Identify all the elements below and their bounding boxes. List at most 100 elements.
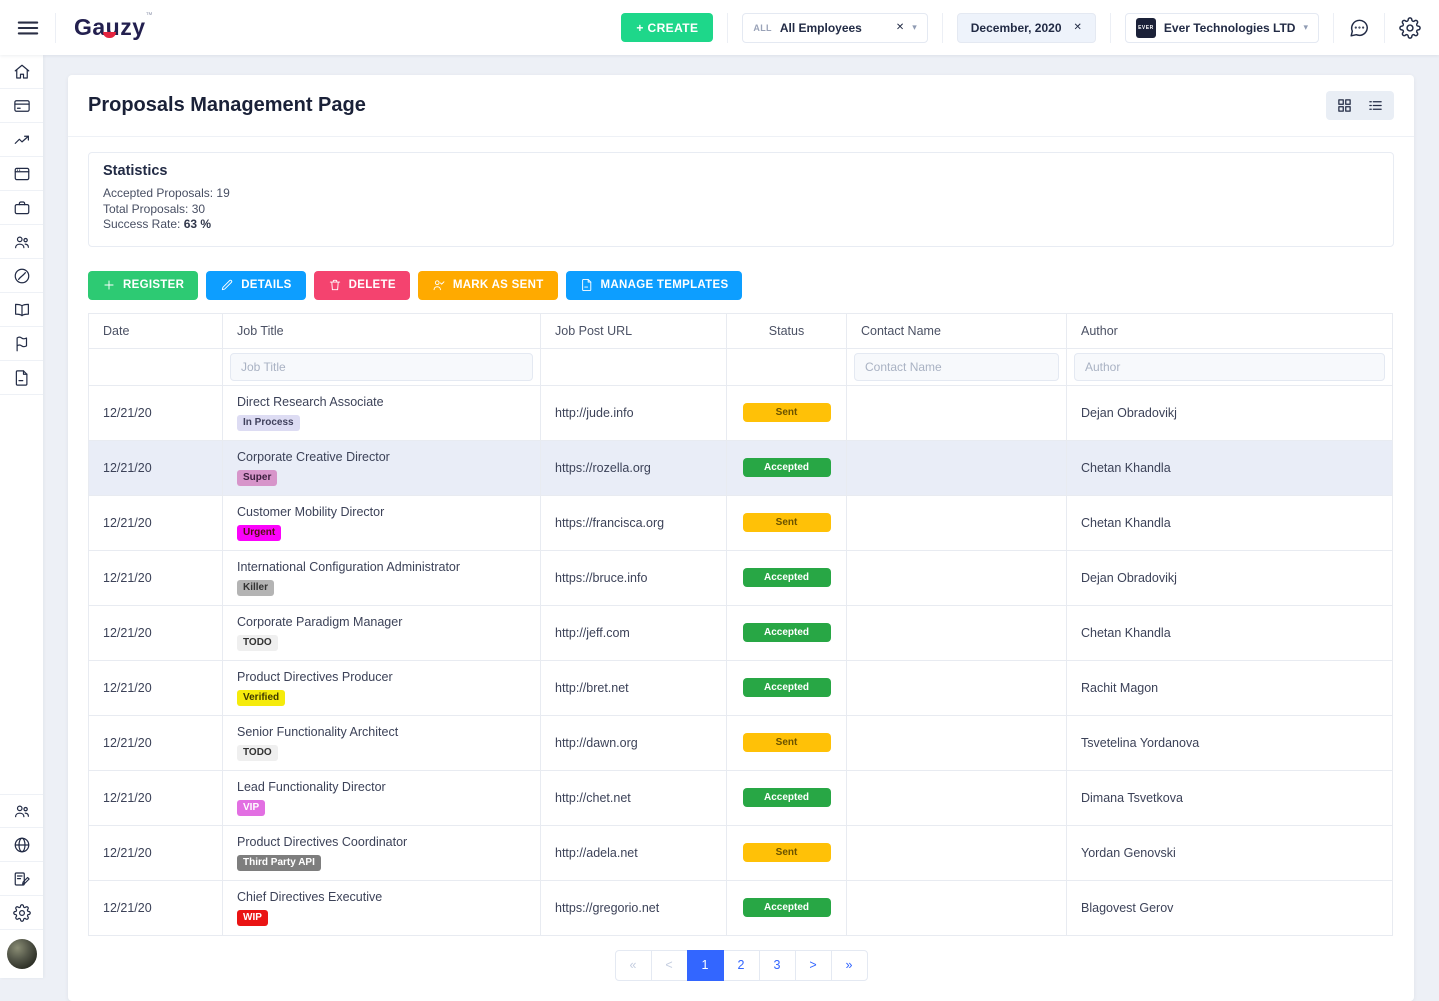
pagination-item->[interactable]: >: [795, 950, 832, 981]
sidebar-item-sales[interactable]: [0, 123, 43, 157]
job-title-filter-input[interactable]: [230, 353, 533, 381]
proposal-row-7[interactable]: 12/21/20Lead Functionality DirectorVIPht…: [89, 770, 1393, 825]
job-tag-badge: WIP: [237, 910, 268, 926]
pagination-item-<: <: [651, 950, 688, 981]
cell-author: Dimana Tsvetkova: [1067, 770, 1393, 825]
manage-templates-button[interactable]: MANAGE TEMPLATES: [566, 271, 743, 300]
sidebar-item-proposals[interactable]: [0, 361, 43, 395]
job-title-text: Direct Research Associate: [237, 394, 526, 410]
sidebar-item-home[interactable]: [0, 55, 43, 89]
cell-author: Dejan Obradovikj: [1067, 385, 1393, 440]
column-header-contact-name[interactable]: Contact Name: [847, 313, 1067, 348]
proposal-row-1[interactable]: 12/21/20Corporate Creative DirectorSuper…: [89, 440, 1393, 495]
job-title-text: Product Directives Coordinator: [237, 834, 526, 850]
cell-date: 12/21/20: [89, 605, 223, 660]
employee-filter-select[interactable]: ALL All Employees ✕ ▾: [742, 13, 927, 43]
pagination-item-2[interactable]: 2: [723, 950, 760, 981]
menu-toggle-icon[interactable]: [15, 15, 41, 41]
proposal-row-2[interactable]: 12/21/20Customer Mobility DirectorUrgent…: [89, 495, 1393, 550]
cell-status: Sent: [727, 385, 847, 440]
register-button[interactable]: REGISTER: [88, 271, 198, 300]
edit-icon: [220, 278, 234, 292]
chat-icon[interactable]: [1348, 17, 1370, 39]
cell-job-post-url: http://jude.info: [541, 385, 727, 440]
header-divider: [1384, 13, 1385, 43]
trash-icon: [328, 278, 342, 292]
proposal-row-4[interactable]: 12/21/20Corporate Paradigm ManagerTODOht…: [89, 605, 1393, 660]
sidebar-item-organization[interactable]: [0, 828, 43, 862]
cell-job-post-url: https://gregorio.net: [541, 880, 727, 935]
sidebar-item-settings[interactable]: [0, 896, 43, 930]
view-toggle: [1326, 91, 1394, 120]
grid-view-icon[interactable]: [1337, 98, 1352, 113]
mark-as-sent-button[interactable]: MARK AS SENT: [418, 271, 558, 300]
pagination-item-»[interactable]: »: [831, 950, 868, 981]
date-filter[interactable]: December, 2020 ✕: [957, 13, 1096, 43]
proposal-row-3[interactable]: 12/21/20International Configuration Admi…: [89, 550, 1393, 605]
status-badge: Accepted: [743, 898, 831, 917]
sidebar-item-time-tracker[interactable]: [0, 259, 43, 293]
header-divider: [727, 13, 728, 43]
column-header-job-title[interactable]: Job Title: [223, 313, 541, 348]
date-filter-label: December, 2020: [971, 21, 1062, 35]
sidebar-user[interactable]: [0, 930, 43, 978]
column-header-status[interactable]: Status: [727, 313, 847, 348]
proposal-row-0[interactable]: 12/21/20Direct Research AssociateIn Proc…: [89, 385, 1393, 440]
status-badge: Accepted: [743, 788, 831, 807]
cell-date: 12/21/20: [89, 825, 223, 880]
create-button[interactable]: + CREATE: [621, 13, 713, 42]
cell-author: Yordan Genovski: [1067, 825, 1393, 880]
time-tracker-icon: [13, 267, 31, 285]
organization-selector[interactable]: EVER Ever Technologies LTD ▾: [1125, 13, 1319, 43]
sidebar-item-goals[interactable]: [0, 327, 43, 361]
clear-date-filter-icon[interactable]: ✕: [1074, 22, 1082, 33]
pagination-item-3[interactable]: 3: [759, 950, 796, 981]
cell-contact-name: [847, 440, 1067, 495]
list-view-icon[interactable]: [1368, 98, 1383, 113]
cell-job-title: Customer Mobility DirectorUrgent: [223, 495, 541, 550]
sidebar-item-knowledge-base[interactable]: [0, 293, 43, 327]
cell-date: 12/21/20: [89, 880, 223, 935]
column-header-date[interactable]: Date: [89, 313, 223, 348]
file-text-icon: [580, 278, 594, 292]
delete-button[interactable]: DELETE: [314, 271, 410, 300]
knowledge-base-icon: [13, 301, 31, 319]
settings-gear-icon[interactable]: [1399, 17, 1421, 39]
sidebar-item-candidates[interactable]: [0, 794, 43, 828]
cell-contact-name: [847, 605, 1067, 660]
cell-author: Blagovest Gerov: [1067, 880, 1393, 935]
app-logo[interactable]: Gauzy™: [74, 14, 153, 41]
cell-contact-name: [847, 660, 1067, 715]
header-divider: [1333, 13, 1334, 43]
status-badge: Sent: [743, 403, 831, 422]
details-button[interactable]: DETAILS: [206, 271, 305, 300]
column-header-job-post-url[interactable]: Job Post URL: [541, 313, 727, 348]
cell-status: Accepted: [727, 440, 847, 495]
proposal-row-5[interactable]: 12/21/20Product Directives ProducerVerif…: [89, 660, 1393, 715]
proposal-row-9[interactable]: 12/21/20Chief Directives ExecutiveWIPhtt…: [89, 880, 1393, 935]
contact-name-filter-input[interactable]: [854, 353, 1059, 381]
sales-icon: [13, 131, 31, 149]
clear-employee-filter-icon[interactable]: ✕: [896, 22, 904, 33]
cell-job-title: Corporate Creative DirectorSuper: [223, 440, 541, 495]
job-tag-badge: Verified: [237, 690, 285, 706]
user-avatar[interactable]: [7, 939, 37, 969]
author-filter-input[interactable]: [1074, 353, 1385, 381]
employee-filter-label: All Employees: [780, 21, 862, 35]
statistics-panel: Statistics Accepted Proposals: 19Total P…: [88, 152, 1394, 247]
stat-value-1: 30: [192, 202, 205, 216]
filter-cell-job-title: [223, 348, 541, 385]
sidebar-item-apps[interactable]: [0, 157, 43, 191]
cell-status: Accepted: [727, 770, 847, 825]
sidebar-item-reports[interactable]: [0, 862, 43, 896]
proposal-row-8[interactable]: 12/21/20Product Directives CoordinatorTh…: [89, 825, 1393, 880]
header-divider: [1110, 13, 1111, 43]
column-header-author[interactable]: Author: [1067, 313, 1393, 348]
proposal-row-6[interactable]: 12/21/20Senior Functionality ArchitectTO…: [89, 715, 1393, 770]
pagination-item-1[interactable]: 1: [687, 950, 724, 981]
person-done-icon: [432, 278, 446, 292]
sidebar-item-billing[interactable]: [0, 89, 43, 123]
sidebar-item-jobs[interactable]: [0, 191, 43, 225]
sidebar-item-employees[interactable]: [0, 225, 43, 259]
statistics-title: Statistics: [103, 163, 1379, 179]
